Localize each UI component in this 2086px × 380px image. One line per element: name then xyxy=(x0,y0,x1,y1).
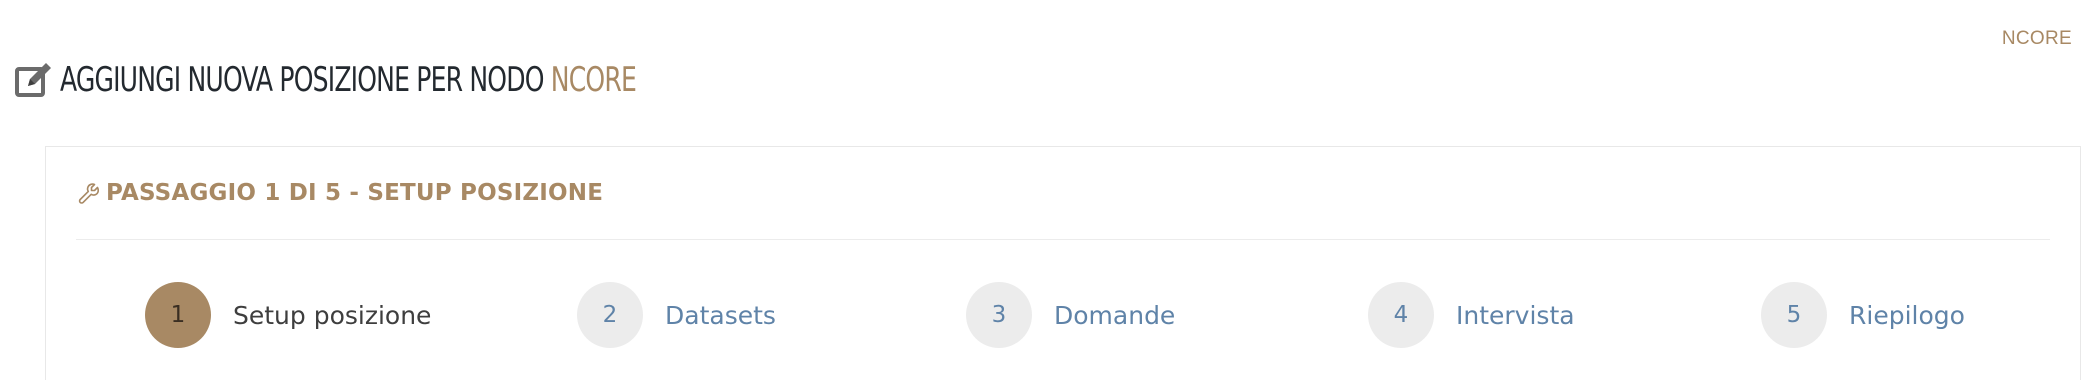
step-domande[interactable]: 3 Domande xyxy=(966,281,1175,349)
page: NCORE AGGIUNGI NUOVA POSIZIONE PER NODO … xyxy=(0,0,2086,380)
wrench-icon xyxy=(76,180,102,206)
page-header: AGGIUNGI NUOVA POSIZIONE PER NODO NCORE xyxy=(14,58,762,102)
step-riepilogo[interactable]: 5 Riepilogo xyxy=(1761,281,1965,349)
step-datasets[interactable]: 2 Datasets xyxy=(577,281,776,349)
step-number: 4 xyxy=(1368,282,1434,348)
step-setup-posizione[interactable]: 1 Setup posizione xyxy=(145,281,431,349)
node-indicator: NCORE xyxy=(2001,28,2072,49)
step-number: 5 xyxy=(1761,282,1827,348)
edit-icon xyxy=(14,60,54,100)
wizard-card: PASSAGGIO 1 DI 5 - SETUP POSIZIONE 1 Set… xyxy=(45,146,2081,380)
step-number: 3 xyxy=(966,282,1032,348)
step-label: Riepilogo xyxy=(1849,300,1965,330)
card-title: PASSAGGIO 1 DI 5 - SETUP POSIZIONE xyxy=(106,180,604,206)
step-label: Intervista xyxy=(1456,300,1575,330)
step-label: Datasets xyxy=(665,300,776,330)
step-intervista[interactable]: 4 Intervista xyxy=(1368,281,1575,349)
step-number: 1 xyxy=(145,282,211,348)
wizard-steps: 1 Setup posizione 2 Datasets 3 Domande 4… xyxy=(46,281,2082,351)
page-title-prefix: AGGIUNGI NUOVA POSIZIONE PER NODO xyxy=(60,60,544,100)
card-header: PASSAGGIO 1 DI 5 - SETUP POSIZIONE xyxy=(76,147,2050,240)
page-title-node-name: NCORE xyxy=(550,60,637,100)
step-number: 2 xyxy=(577,282,643,348)
step-label: Setup posizione xyxy=(233,300,432,330)
step-label: Domande xyxy=(1054,300,1176,330)
page-title: AGGIUNGI NUOVA POSIZIONE PER NODO NCORE xyxy=(60,60,637,100)
